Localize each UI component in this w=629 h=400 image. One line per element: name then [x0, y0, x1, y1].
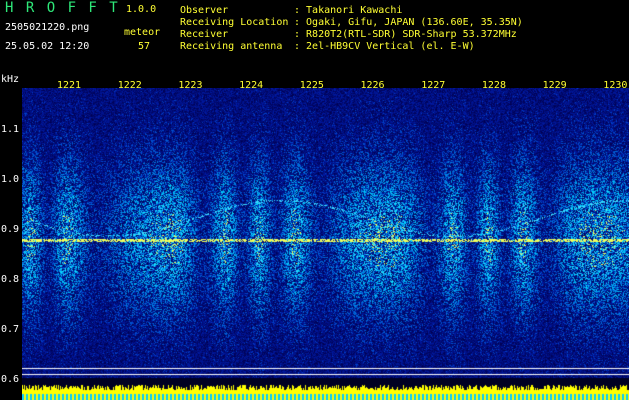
file-name: 2505021220.png — [5, 22, 90, 33]
station-value-receiver: : R820T2(RTL-SDR) SDR-Sharp 53.372MHz — [294, 29, 517, 40]
meteor-count: 57 — [138, 41, 151, 52]
spectrogram-canvas — [22, 88, 629, 400]
y-tick-label: 0.7 — [1, 324, 20, 335]
station-value-observer: : Takanori Kawachi — [294, 5, 403, 16]
date-time: 25.05.02 12:20 — [5, 41, 90, 52]
y-tick-label: 0.6 — [1, 374, 20, 385]
y-tick-label: 0.9 — [1, 224, 20, 235]
station-key-antenna: Receiving antenna — [180, 41, 283, 52]
app-version: 1.0.0 — [126, 4, 157, 15]
y-tick-label: 1.1 — [1, 124, 20, 135]
app-name: H R O F F T — [5, 0, 120, 16]
spectrogram-plot — [22, 88, 629, 400]
station-key-location: Receiving Location — [180, 17, 289, 28]
station-value-antenna: : 2el-HB9CV Vertical (el. E-W) — [294, 41, 475, 52]
station-key-receiver: Receiver — [180, 29, 229, 40]
station-value-location: : Ogaki, Gifu, JAPAN (136.60E, 35.35N) — [294, 17, 523, 28]
meteor-label: meteor — [124, 27, 161, 38]
y-tick-label: 0.8 — [1, 274, 20, 285]
hrofft-screen: H R O F F T 1.0.0 2505021220.png meteor … — [0, 0, 629, 400]
y-tick-label: 1.0 — [1, 174, 20, 185]
station-key-observer: Observer — [180, 5, 229, 16]
y-axis-unit: kHz — [1, 74, 20, 85]
